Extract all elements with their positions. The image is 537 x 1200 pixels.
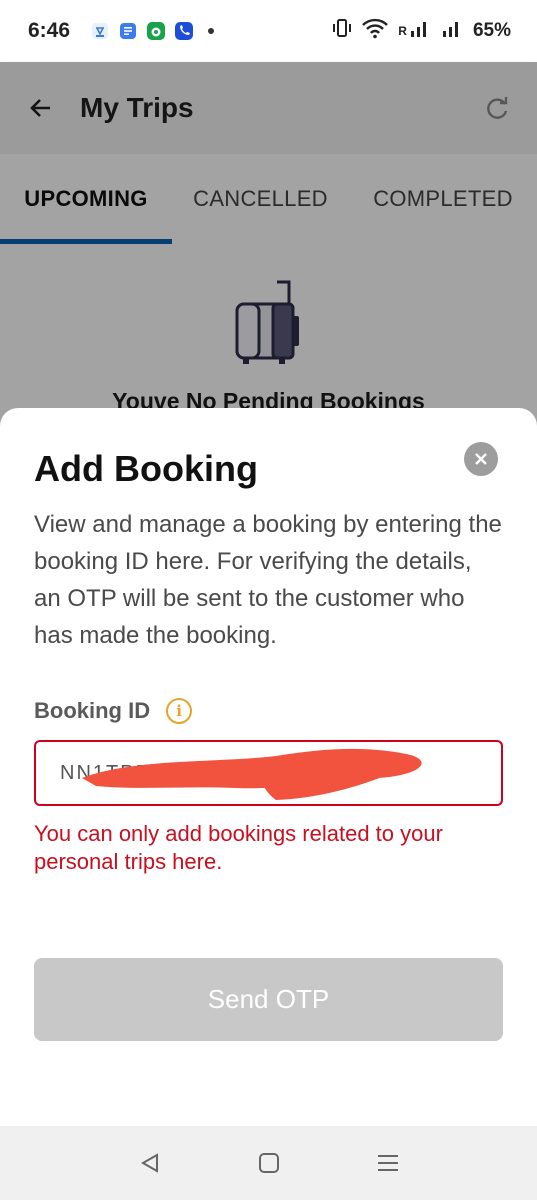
close-icon	[475, 453, 487, 465]
error-message: You can only add bookings related to you…	[34, 821, 443, 874]
booking-id-input[interactable]: NN1TPP•••••••	[34, 740, 503, 806]
booking-id-label-row: Booking ID i	[34, 698, 503, 724]
system-nav-bar	[0, 1126, 537, 1200]
docs-icon	[118, 21, 138, 41]
status-right: R 65%	[332, 17, 511, 45]
battery-percent: 65%	[472, 20, 511, 41]
signal-icon	[409, 18, 431, 44]
redaction-scribble	[82, 748, 422, 800]
close-button[interactable]	[464, 442, 498, 476]
info-icon[interactable]: i	[166, 698, 193, 724]
signal-roaming-label: R	[398, 24, 407, 38]
app-icon	[146, 21, 166, 41]
vibrate-icon	[332, 17, 352, 45]
nav-back-icon[interactable]	[134, 1147, 166, 1179]
status-time: 6:46	[28, 19, 71, 42]
sheet-title: Add Booking	[34, 448, 258, 489]
notification-icons	[90, 21, 215, 41]
wifi-icon	[362, 17, 389, 45]
signal-icon-2	[441, 18, 463, 44]
nav-home-icon[interactable]	[253, 1147, 285, 1179]
add-booking-sheet: Add Booking View and manage a booking by…	[0, 408, 537, 1126]
sheet-description: View and manage a booking by entering th…	[34, 511, 502, 649]
weather-icon	[90, 21, 110, 41]
booking-id-label: Booking ID	[34, 698, 151, 723]
send-otp-button[interactable]: Send OTP	[34, 958, 503, 1041]
status-bar: 6:46 R 65%	[0, 0, 537, 62]
more-notifications-dot	[208, 28, 215, 34]
phone-icon	[174, 21, 194, 41]
nav-recents-icon[interactable]	[372, 1147, 404, 1179]
